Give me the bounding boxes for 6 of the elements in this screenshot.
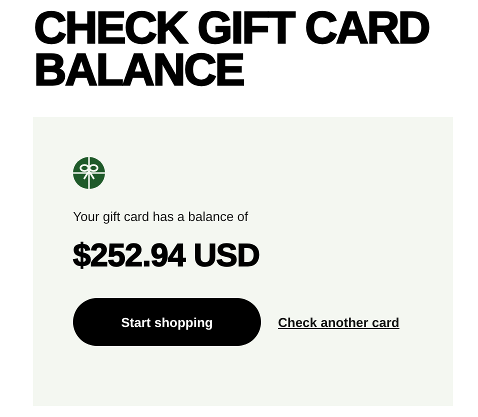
start-shopping-button[interactable]: Start shopping <box>73 298 261 346</box>
check-another-card-link[interactable]: Check another card <box>278 314 400 330</box>
gift-icon <box>73 157 105 189</box>
balance-amount: $252.94 USD <box>73 236 261 274</box>
page-title: CHECK GIFT CARD BALANCE <box>34 7 430 91</box>
balance-message: Your gift card has a balance of <box>73 209 250 224</box>
